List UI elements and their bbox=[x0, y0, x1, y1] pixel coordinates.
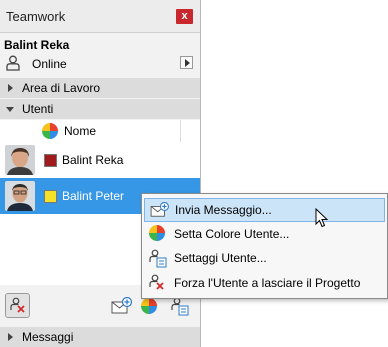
color-wheel-icon[interactable] bbox=[141, 298, 157, 314]
section-users-label: Utenti bbox=[22, 102, 54, 116]
expand-arrow-icon bbox=[8, 84, 13, 92]
kick-user-icon bbox=[149, 274, 164, 290]
user-settings-icon[interactable] bbox=[171, 297, 189, 316]
person-icon bbox=[6, 55, 20, 71]
status-dropdown-arrow-icon[interactable] bbox=[180, 56, 193, 69]
user-row[interactable]: Balint Reka bbox=[0, 142, 200, 178]
section-users[interactable]: Utenti bbox=[0, 99, 200, 119]
user-avatar bbox=[5, 145, 35, 175]
menu-item-label: Settaggi Utente... bbox=[174, 251, 267, 265]
section-workspace[interactable]: Area di Lavoro bbox=[0, 78, 200, 98]
section-workspace-label: Area di Lavoro bbox=[22, 81, 101, 95]
current-user-name: Balint Reka bbox=[4, 38, 70, 52]
close-button[interactable]: x bbox=[176, 9, 193, 24]
users-list-header[interactable]: Nome bbox=[0, 120, 200, 142]
menu-item-label: Setta Colore Utente... bbox=[174, 227, 290, 241]
user-name: Balint Reka bbox=[62, 153, 124, 167]
kick-user-icon bbox=[10, 297, 25, 313]
menu-item-label: Invia Messaggio... bbox=[175, 203, 272, 217]
send-message-icon bbox=[150, 202, 169, 217]
menu-item-user-settings[interactable]: Settaggi Utente... bbox=[144, 246, 385, 270]
section-messages[interactable]: Messaggi bbox=[0, 327, 200, 347]
user-context-menu: Invia Messaggio... Setta Colore Utente..… bbox=[141, 193, 388, 299]
column-separator bbox=[180, 120, 181, 142]
user-avatar bbox=[5, 181, 35, 211]
send-message-icon[interactable] bbox=[111, 297, 133, 315]
user-settings-icon bbox=[149, 249, 167, 268]
user-name: Balint Peter bbox=[62, 189, 125, 203]
status-selector[interactable]: Online bbox=[0, 52, 200, 74]
color-wheel-icon bbox=[42, 123, 58, 139]
menu-item-send-message[interactable]: Invia Messaggio... bbox=[144, 198, 385, 222]
column-header-name: Nome bbox=[64, 124, 97, 138]
panel-title: Teamwork bbox=[6, 9, 66, 24]
collapse-arrow-icon bbox=[6, 107, 14, 112]
menu-item-set-user-color[interactable]: Setta Colore Utente... bbox=[144, 222, 385, 246]
expand-arrow-icon bbox=[8, 333, 13, 341]
mouse-pointer-icon bbox=[315, 208, 329, 228]
panel-titlebar: Teamwork x bbox=[0, 0, 200, 33]
user-color-swatch bbox=[44, 154, 57, 167]
color-wheel-icon bbox=[149, 225, 165, 241]
user-color-swatch bbox=[44, 190, 57, 203]
section-messages-label: Messaggi bbox=[22, 330, 74, 344]
menu-item-force-user-leave[interactable]: Forza l'Utente a lasciare il Progetto bbox=[144, 271, 385, 295]
kick-user-button[interactable] bbox=[5, 293, 30, 318]
menu-item-label: Forza l'Utente a lasciare il Progetto bbox=[174, 276, 361, 290]
status-label: Online bbox=[32, 57, 67, 71]
